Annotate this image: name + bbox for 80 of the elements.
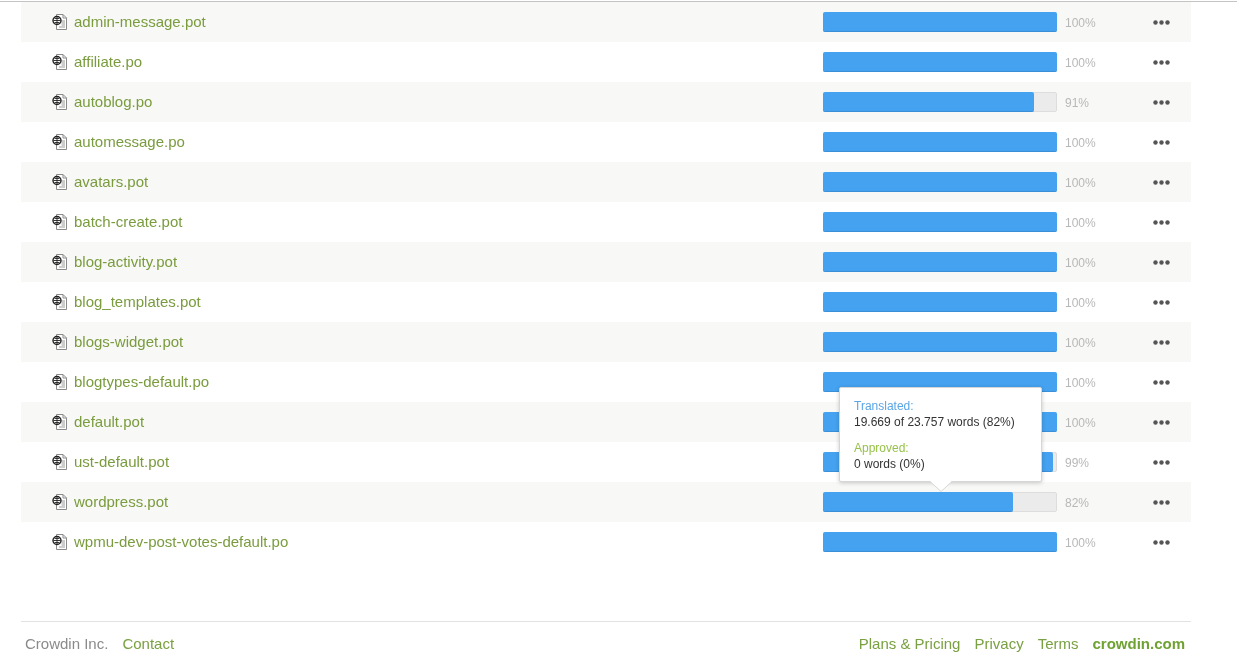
more-button[interactable] <box>1153 19 1170 25</box>
percent-text: 100% <box>1065 416 1096 430</box>
more-button[interactable] <box>1153 219 1170 225</box>
file-icon <box>52 14 68 30</box>
file-icon <box>52 454 68 470</box>
footer-link[interactable]: Contact <box>122 633 175 656</box>
brand-link[interactable]: crowdin.com <box>1092 633 1185 656</box>
percent-text: 100% <box>1065 296 1096 310</box>
tooltip-value: 19.669 of 23.757 words (82%) <box>854 414 1016 430</box>
file-icon <box>52 334 68 350</box>
file-icon <box>52 534 68 550</box>
more-button[interactable] <box>1153 299 1170 305</box>
percent-text: 100% <box>1065 336 1096 350</box>
footer-link[interactable]: Terms <box>1037 633 1079 656</box>
more-button[interactable] <box>1153 99 1170 105</box>
three-dots-icon <box>1153 299 1170 305</box>
percent-text: 100% <box>1065 216 1096 230</box>
tooltip-label: Approved: <box>854 440 910 456</box>
file-link[interactable]: ust-default.pot <box>74 453 170 470</box>
company-text: Crowdin Inc. <box>25 634 109 654</box>
file-link[interactable]: blog_templates.pot <box>74 293 201 310</box>
file-icon <box>52 134 68 150</box>
tooltip-label: Translated: <box>854 398 915 414</box>
three-dots-icon <box>1153 459 1170 465</box>
file-icon <box>52 254 68 270</box>
three-dots-icon <box>1153 379 1170 385</box>
percent-text: 99% <box>1065 456 1090 470</box>
three-dots-icon <box>1153 99 1170 105</box>
file-link[interactable]: admin-message.pot <box>74 13 206 30</box>
file-link[interactable]: blogtypes-default.po <box>74 373 210 390</box>
file-icon <box>52 374 68 390</box>
more-button[interactable] <box>1153 499 1170 505</box>
file-link[interactable]: blog-activity.pot <box>74 253 178 270</box>
three-dots-icon <box>1153 419 1170 425</box>
file-icon <box>52 494 68 510</box>
percent-text: 100% <box>1065 176 1096 190</box>
file-link[interactable]: blogs-widget.pot <box>74 333 184 350</box>
three-dots-icon <box>1153 219 1170 225</box>
percent-text: 91% <box>1065 96 1090 110</box>
file-link[interactable]: autoblog.po <box>74 93 153 110</box>
three-dots-icon <box>1153 339 1170 345</box>
file-link[interactable]: wpmu-dev-post-votes-default.po <box>74 533 289 550</box>
percent-text: 100% <box>1065 536 1096 550</box>
file-link[interactable]: avatars.pot <box>74 173 149 190</box>
footer-link[interactable]: Plans & Pricing <box>858 633 961 656</box>
file-icon <box>52 94 68 110</box>
file-link[interactable]: wordpress.pot <box>74 493 169 510</box>
file-link[interactable]: batch-create.pot <box>74 213 183 230</box>
three-dots-icon <box>1153 539 1170 545</box>
more-button[interactable] <box>1153 379 1170 385</box>
percent-text: 100% <box>1065 376 1096 390</box>
three-dots-icon <box>1153 179 1170 185</box>
file-link[interactable]: affiliate.po <box>74 53 143 70</box>
more-button[interactable] <box>1153 419 1170 425</box>
footer-link[interactable]: Privacy <box>974 633 1024 656</box>
file-icon <box>52 214 68 230</box>
more-button[interactable] <box>1153 59 1170 65</box>
more-button[interactable] <box>1153 339 1170 345</box>
more-button[interactable] <box>1153 459 1170 465</box>
percent-text: 100% <box>1065 256 1096 270</box>
file-icon <box>52 294 68 310</box>
more-button[interactable] <box>1153 259 1170 265</box>
file-link[interactable]: automessage.po <box>74 133 185 150</box>
percent-text: 82% <box>1065 496 1090 510</box>
more-button[interactable] <box>1153 139 1170 145</box>
three-dots-icon <box>1153 259 1170 265</box>
file-icon <box>52 174 68 190</box>
percent-text: 100% <box>1065 136 1096 150</box>
three-dots-icon <box>1153 59 1170 65</box>
file-link[interactable]: default.pot <box>74 413 145 430</box>
file-icon <box>52 54 68 70</box>
file-icon <box>52 414 68 430</box>
more-button[interactable] <box>1153 539 1170 545</box>
three-dots-icon <box>1153 19 1170 25</box>
percent-text: 100% <box>1065 16 1096 30</box>
three-dots-icon <box>1153 499 1170 505</box>
more-button[interactable] <box>1153 179 1170 185</box>
percent-text: 100% <box>1065 56 1096 70</box>
three-dots-icon <box>1153 139 1170 145</box>
tooltip-value: 0 words (0%) <box>854 456 926 472</box>
